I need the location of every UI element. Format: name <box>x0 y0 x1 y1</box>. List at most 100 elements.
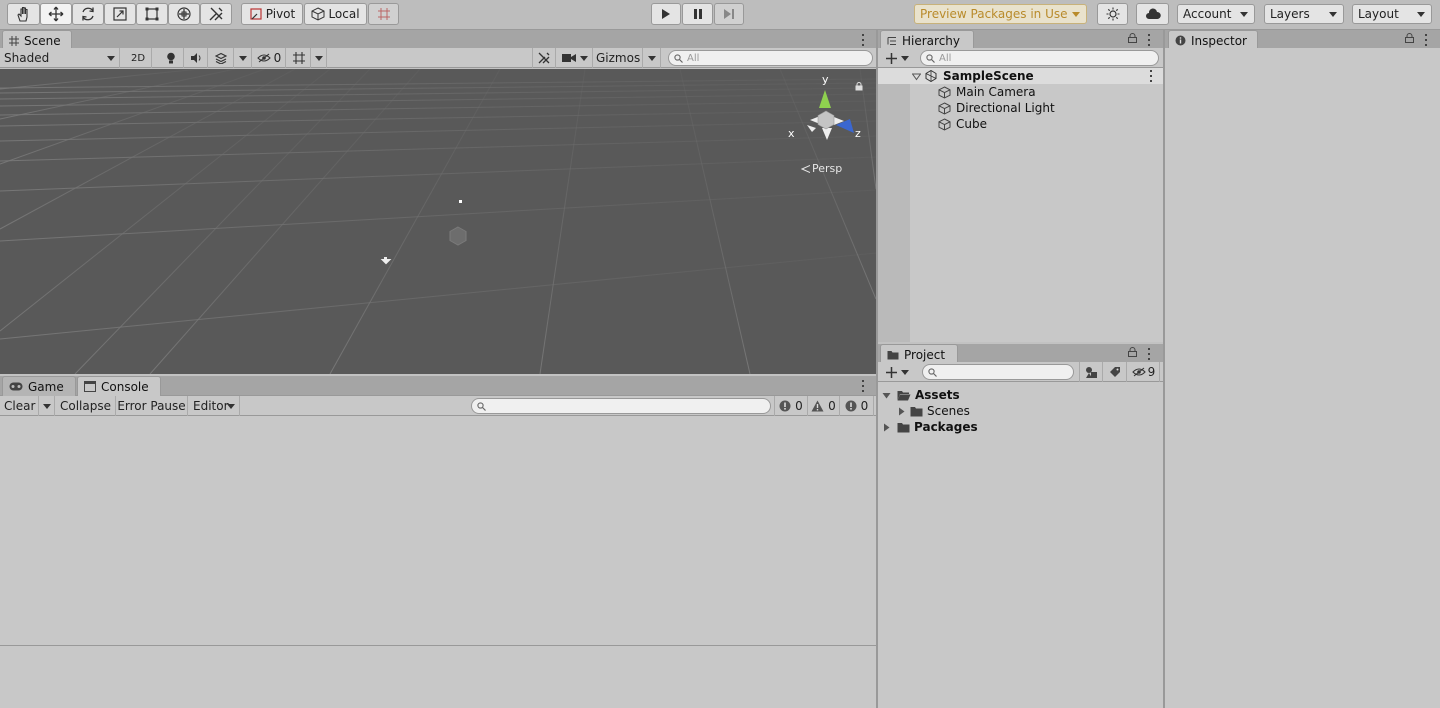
tab-console[interactable]: Console <box>77 376 161 396</box>
project-search-input[interactable] <box>922 364 1074 380</box>
gizmos-button[interactable]: Gizmos <box>593 48 643 68</box>
tab-game[interactable]: Game <box>2 376 76 396</box>
collapsed-arrow-icon[interactable] <box>897 407 906 416</box>
folder-icon <box>910 406 923 416</box>
layers-dropdown[interactable]: Layers <box>1264 4 1344 24</box>
move-tool-button[interactable] <box>40 3 72 25</box>
project-item-assets[interactable]: Assets <box>878 387 1163 403</box>
local-toggle[interactable]: Local <box>304 3 367 25</box>
grid-snap-button[interactable] <box>368 3 399 25</box>
error-messages-toggle[interactable]: 0 <box>840 396 874 416</box>
warning-icon <box>811 400 824 412</box>
sun-icon <box>1106 7 1119 21</box>
clear-button[interactable]: Clear <box>0 396 39 416</box>
tag-icon <box>1109 367 1120 377</box>
draw-mode-dropdown[interactable]: Shaded <box>0 48 120 68</box>
grid-dropdown[interactable] <box>311 48 327 68</box>
effects-toggle[interactable] <box>208 48 234 68</box>
console-panel-menu[interactable] <box>860 379 866 393</box>
scene-row[interactable]: SampleScene <box>878 68 1163 84</box>
scenes-label: Scenes <box>927 404 970 418</box>
expand-arrow-icon[interactable] <box>912 72 921 81</box>
transform-tool-button[interactable] <box>168 3 200 25</box>
play-icon <box>662 9 670 19</box>
hierarchy-panel-menu[interactable] <box>1146 33 1152 47</box>
hierarchy-item-cube[interactable]: Cube <box>878 116 1163 132</box>
console-detail-area[interactable] <box>0 645 876 708</box>
persp-toggle[interactable]: Persp <box>801 162 842 175</box>
project-panel-menu[interactable] <box>1146 347 1152 361</box>
lock-icon[interactable] <box>855 82 863 91</box>
layout-dropdown[interactable]: Layout <box>1352 4 1432 24</box>
editor-dropdown[interactable]: Editor <box>189 396 240 416</box>
scene-panel-menu[interactable] <box>860 33 866 47</box>
clear-options-dropdown[interactable] <box>39 396 55 416</box>
pause-icon <box>693 9 702 19</box>
pivot-toggle[interactable]: Pivot <box>241 3 303 25</box>
info-messages-toggle[interactable]: 0 <box>774 396 808 416</box>
tab-hierarchy-label: Hierarchy <box>902 33 961 48</box>
project-item-scenes[interactable]: Scenes <box>878 403 1163 419</box>
play-button[interactable] <box>651 3 681 25</box>
create-object-dropdown[interactable] <box>882 48 912 68</box>
hand-tool-button[interactable] <box>7 3 40 25</box>
hand-icon <box>16 6 28 22</box>
lock-icon[interactable] <box>1405 33 1414 43</box>
pause-button[interactable] <box>682 3 713 25</box>
tab-scene[interactable]: Scene <box>2 30 72 50</box>
tab-project[interactable]: Project <box>880 344 958 364</box>
hidden-objects-toggle[interactable]: 0 <box>253 48 286 68</box>
gizmos-dropdown[interactable] <box>643 48 661 68</box>
persp-label: Persp <box>812 162 843 175</box>
list-icon <box>887 36 896 45</box>
tab-hierarchy[interactable]: Hierarchy <box>880 30 974 50</box>
services-button[interactable] <box>1097 3 1128 25</box>
rect-tool-button[interactable] <box>136 3 168 25</box>
effects-dropdown[interactable] <box>234 48 252 68</box>
hierarchy-search-input[interactable]: All <box>920 50 1159 66</box>
inspector-panel-menu[interactable] <box>1423 33 1429 47</box>
collapse-toggle[interactable]: Collapse <box>56 396 116 416</box>
hidden-packages-toggle[interactable]: 9 <box>1128 362 1160 382</box>
lighting-toggle[interactable] <box>158 48 184 68</box>
expand-arrow-icon[interactable] <box>882 391 891 400</box>
cloud-button[interactable] <box>1136 3 1169 25</box>
cube-object <box>449 226 467 246</box>
lock-icon[interactable] <box>1128 347 1137 357</box>
console-search-input[interactable] <box>471 398 771 414</box>
audio-toggle[interactable] <box>184 48 208 68</box>
hierarchy-tabbar: Hierarchy <box>878 30 1163 50</box>
lock-icon[interactable] <box>1128 33 1137 43</box>
warning-messages-toggle[interactable]: 0 <box>808 396 840 416</box>
preview-packages-dropdown[interactable]: Preview Packages in Use <box>914 4 1087 24</box>
speaker-icon <box>190 53 200 63</box>
scene-search-input[interactable]: All <box>668 50 873 66</box>
tab-inspector[interactable]: Inspector <box>1168 30 1258 50</box>
scale-icon <box>113 7 127 21</box>
scene-row-menu[interactable] <box>1148 69 1154 83</box>
hierarchy-item-main-camera[interactable]: Main Camera <box>878 84 1163 100</box>
chevron-down-icon <box>579 55 588 61</box>
scale-tool-button[interactable] <box>104 3 136 25</box>
grid-toggle[interactable] <box>287 48 311 68</box>
search-by-label-button[interactable] <box>1103 362 1127 382</box>
tools-toggle[interactable] <box>532 48 556 68</box>
hierarchy-tree: SampleScene Main Camera Directional Ligh… <box>878 68 1163 342</box>
rotate-tool-button[interactable] <box>72 3 104 25</box>
hierarchy-item-directional-light[interactable]: Directional Light <box>878 100 1163 116</box>
chevron-down-icon <box>647 55 656 61</box>
project-item-packages[interactable]: Packages <box>878 419 1163 435</box>
custom-tool-button[interactable] <box>200 3 232 25</box>
create-asset-dropdown[interactable] <box>882 362 912 382</box>
scene-viewport[interactable]: y x z Persp <box>0 69 876 374</box>
camera-settings-dropdown[interactable] <box>557 48 593 68</box>
chevron-down-icon <box>1072 12 1080 17</box>
scene-search-placeholder: All <box>687 52 700 64</box>
step-button[interactable] <box>714 3 744 25</box>
error-pause-toggle[interactable]: Error Pause <box>116 396 188 416</box>
console-log-list[interactable] <box>0 416 876 645</box>
mode-2d-toggle[interactable]: 2D <box>125 48 152 68</box>
collapsed-arrow-icon[interactable] <box>882 423 891 432</box>
account-dropdown[interactable]: Account <box>1177 4 1255 24</box>
search-by-type-button[interactable] <box>1079 362 1103 382</box>
